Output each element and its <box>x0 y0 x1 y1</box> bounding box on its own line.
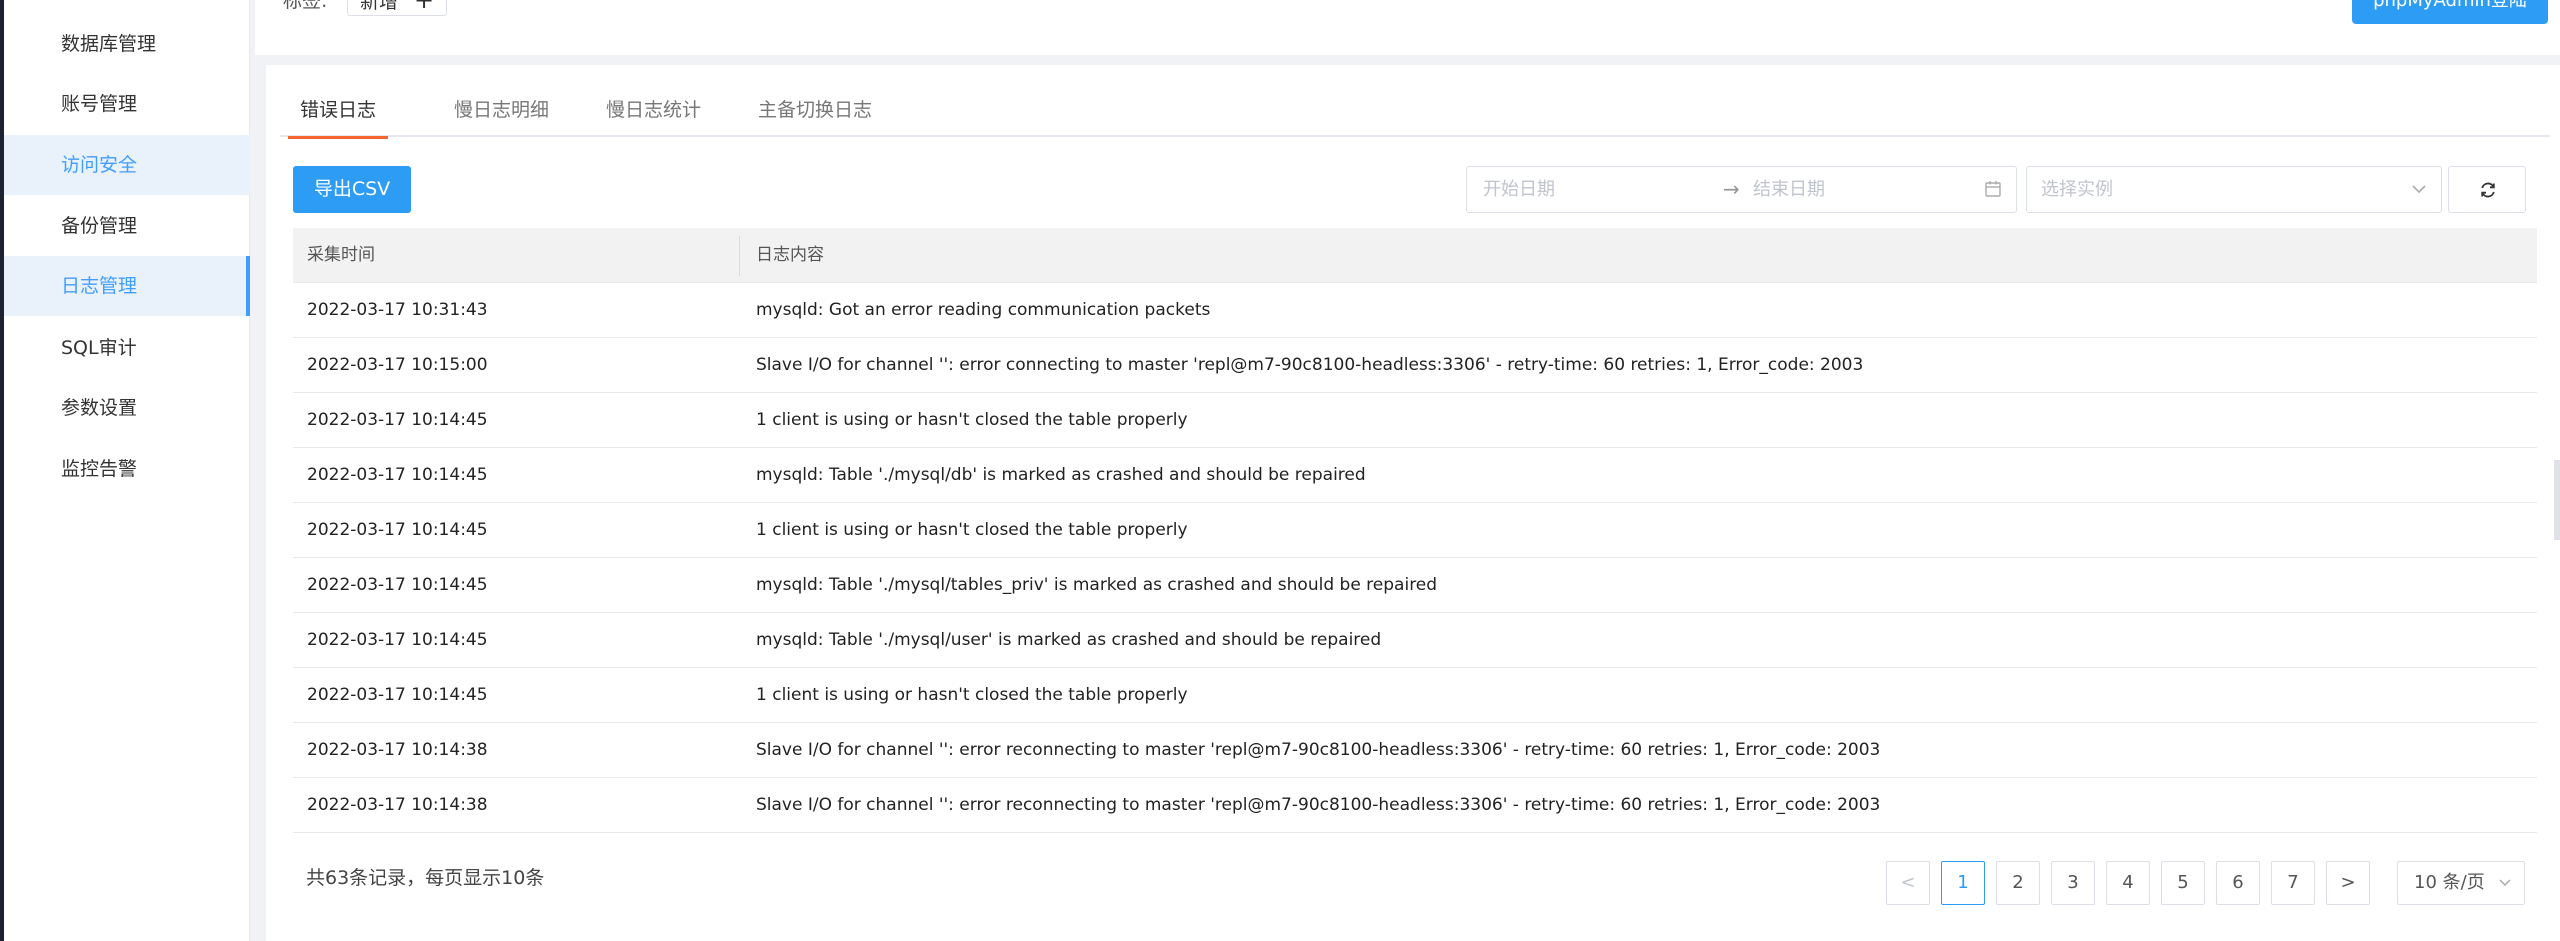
row-content: Slave I/O for channel '': error connecti… <box>756 355 1864 375</box>
table-row: 2022-03-17 10:31:43 mysqld: Got an error… <box>293 283 2537 338</box>
date-range-picker[interactable]: 开始日期 → 结束日期 <box>1466 166 2017 213</box>
phpmyadmin-login-button[interactable]: phpMyAdmin登陆 <box>2352 0 2548 24</box>
prev-page-button[interactable]: < <box>1886 861 1930 905</box>
tag-chip-text: 新增 <box>360 0 399 13</box>
table-row: 2022-03-17 10:14:45 mysqld: Table './mys… <box>293 558 2537 613</box>
sidebar-item-monitoring[interactable]: 监控告警 <box>0 439 250 499</box>
row-time: 2022-03-17 10:14:45 <box>307 630 488 650</box>
sidebar-item-backup[interactable]: 备份管理 <box>0 196 250 256</box>
row-content: mysqld: Table './mysql/user' is marked a… <box>756 630 1382 650</box>
row-time: 2022-03-17 10:14:45 <box>307 520 488 540</box>
page-button-4[interactable]: 4 <box>2106 861 2150 905</box>
row-time: 2022-03-17 10:14:38 <box>307 795 488 815</box>
calendar-icon <box>1985 181 2001 197</box>
row-time: 2022-03-17 10:14:45 <box>307 410 488 430</box>
sidebar-item-sql-audit[interactable]: SQL审计 <box>0 318 250 378</box>
row-content: Slave I/O for channel '': error reconnec… <box>756 795 1881 815</box>
row-content: 1 client is using or hasn't closed the t… <box>756 410 1188 430</box>
row-content: mysqld: Got an error reading communicati… <box>756 300 1211 320</box>
export-csv-button[interactable]: 导出CSV <box>293 166 411 213</box>
page-size-select[interactable]: 10 条/页 <box>2397 861 2525 905</box>
page-button-1[interactable]: 1 <box>1941 861 1985 905</box>
sidebar-item-logs[interactable]: 日志管理 <box>0 256 250 316</box>
chevron-down-icon <box>2412 185 2426 194</box>
refresh-icon <box>2481 182 2495 198</box>
instance-select[interactable]: 选择实例 <box>2026 166 2442 213</box>
sidebar-item-accounts[interactable]: 账号管理 <box>0 74 250 134</box>
page-button-6[interactable]: 6 <box>2216 861 2260 905</box>
row-time: 2022-03-17 10:14:45 <box>307 685 488 705</box>
table-row: 2022-03-17 10:14:38 Slave I/O for channe… <box>293 778 2537 833</box>
table-row: 2022-03-17 10:14:45 mysqld: Table './mys… <box>293 613 2537 668</box>
row-content: 1 client is using or hasn't closed the t… <box>756 685 1188 705</box>
log-tabs: 错误日志 慢日志明细 慢日志统计 主备切换日志 <box>280 65 2550 139</box>
log-panel: 错误日志 慢日志明细 慢日志统计 主备切换日志 导出CSV 开始日期 → 结束日… <box>266 65 2560 941</box>
end-date-input[interactable]: 结束日期 <box>1753 167 1825 212</box>
top-bar: 标签: 新增 + phpMyAdmin登陆 <box>255 0 2560 55</box>
row-time: 2022-03-17 10:14:45 <box>307 575 488 595</box>
row-content: Slave I/O for channel '': error reconnec… <box>756 740 1881 760</box>
page-button-2[interactable]: 2 <box>1996 861 2040 905</box>
sidebar-item-database[interactable]: 数据库管理 <box>0 14 250 74</box>
tab-error-log[interactable]: 错误日志 <box>287 65 389 139</box>
sidebar-item-parameters[interactable]: 参数设置 <box>0 378 250 438</box>
scrollbar-thumb[interactable] <box>2554 460 2560 540</box>
tab-slow-log-stats[interactable]: 慢日志统计 <box>606 65 701 137</box>
row-content: mysqld: Table './mysql/db' is marked as … <box>756 465 1366 485</box>
add-tag-icon[interactable]: + <box>414 0 434 14</box>
row-time: 2022-03-17 10:15:00 <box>307 355 488 375</box>
table-row: 2022-03-17 10:14:45 1 client is using or… <box>293 393 2537 448</box>
instance-select-placeholder: 选择实例 <box>2041 179 2113 200</box>
row-content: mysqld: Table './mysql/tables_priv' is m… <box>756 575 1438 595</box>
tag-label: 标签: <box>283 0 328 12</box>
page-button-7[interactable]: 7 <box>2271 861 2315 905</box>
chevron-down-icon <box>2499 879 2511 887</box>
table-row: 2022-03-17 10:14:38 Slave I/O for channe… <box>293 723 2537 778</box>
record-count-text: 共63条记录，每页显示10条 <box>306 867 545 889</box>
table-row: 2022-03-17 10:14:45 mysqld: Table './mys… <box>293 448 2537 503</box>
table-header: 采集时间 日志内容 <box>293 228 2537 283</box>
tag-chip[interactable]: 新增 + <box>347 0 448 16</box>
row-content: 1 client is using or hasn't closed the t… <box>756 520 1188 540</box>
column-header-time: 采集时间 <box>307 245 375 265</box>
tab-slow-log-detail[interactable]: 慢日志明细 <box>454 65 549 137</box>
column-header-content: 日志内容 <box>756 245 824 265</box>
row-time: 2022-03-17 10:14:38 <box>307 740 488 760</box>
page-button-3[interactable]: 3 <box>2051 861 2095 905</box>
start-date-input[interactable]: 开始日期 <box>1483 167 1555 212</box>
next-page-button[interactable]: > <box>2326 861 2370 905</box>
window-edge <box>0 0 4 941</box>
tab-failover-log[interactable]: 主备切换日志 <box>758 65 872 137</box>
table-row: 2022-03-17 10:15:00 Slave I/O for channe… <box>293 338 2537 393</box>
table-row: 2022-03-17 10:14:45 1 client is using or… <box>293 668 2537 723</box>
row-time: 2022-03-17 10:14:45 <box>307 465 488 485</box>
column-divider <box>739 236 740 276</box>
refresh-button[interactable] <box>2448 166 2526 213</box>
error-log-table: 采集时间 日志内容 2022-03-17 10:31:43 mysqld: Go… <box>293 228 2537 833</box>
page-size-value: 10 条/页 <box>2414 872 2485 893</box>
sidebar-item-access-security[interactable]: 访问安全 <box>0 135 250 195</box>
sidebar: 数据库管理 账号管理 访问安全 备份管理 日志管理 SQL审计 参数设置 监控告… <box>0 0 250 941</box>
row-time: 2022-03-17 10:31:43 <box>307 300 488 320</box>
page-button-5[interactable]: 5 <box>2161 861 2205 905</box>
table-row: 2022-03-17 10:14:45 1 client is using or… <box>293 503 2537 558</box>
range-arrow-icon: → <box>1723 177 1740 201</box>
